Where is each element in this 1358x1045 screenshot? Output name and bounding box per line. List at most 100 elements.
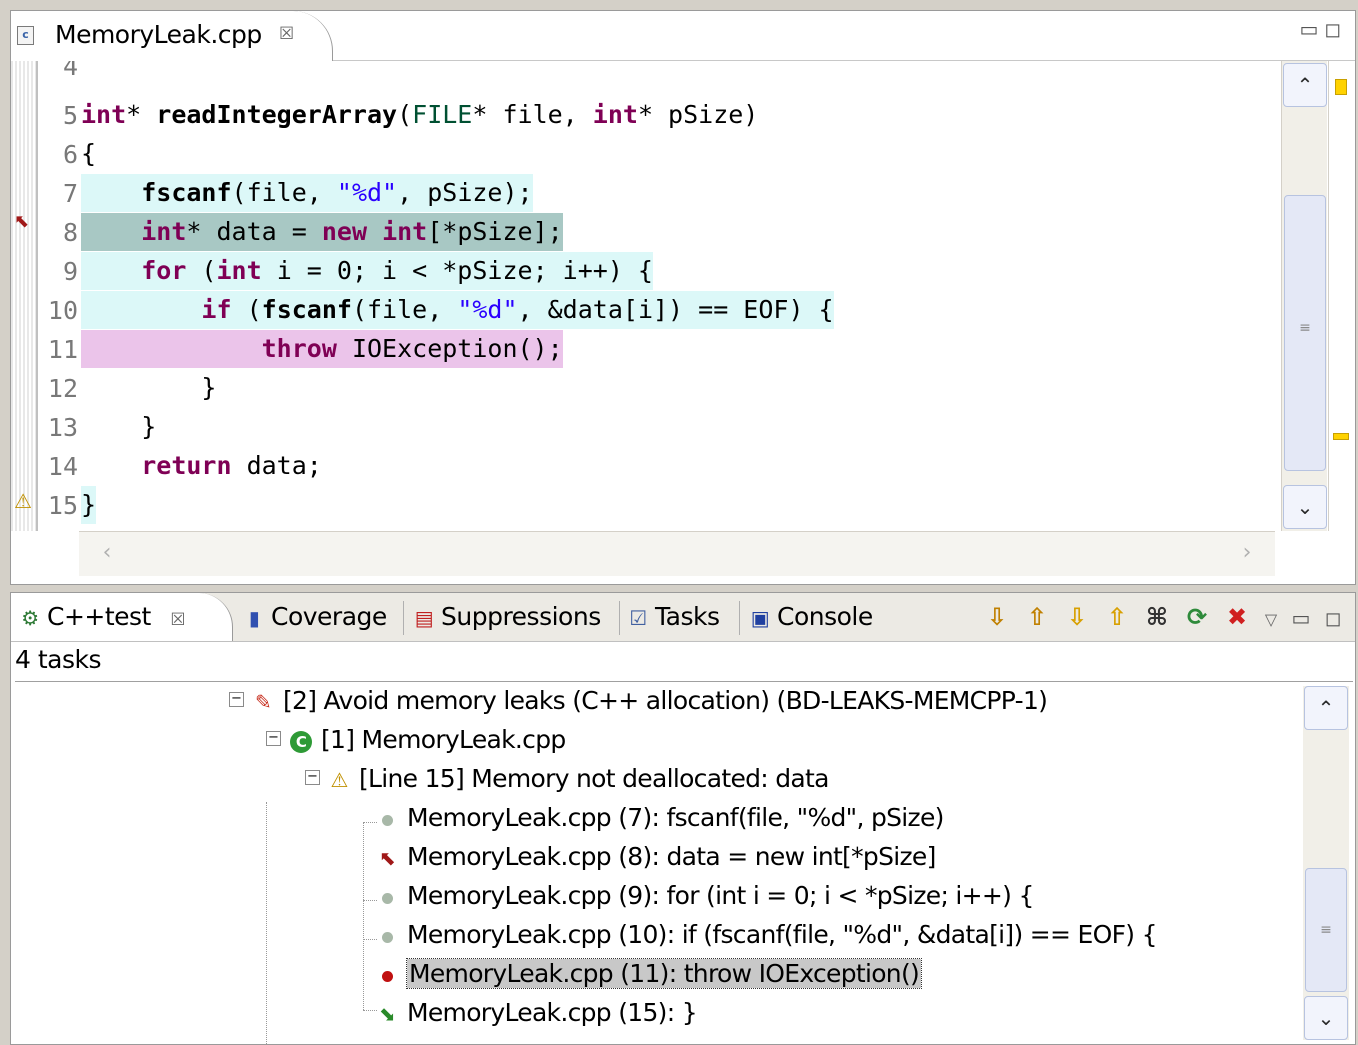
trace-item[interactable]: MemoryLeak.cpp (10): if (fscanf(file, "%… — [375, 916, 1157, 954]
editor-horizontal-scrollbar[interactable]: ‹ › — [79, 531, 1275, 576]
tab-label: Coverage — [271, 602, 387, 631]
tab-console[interactable]: ▣ Console — [749, 593, 873, 641]
code-line-14: return data; — [141, 451, 322, 480]
trace-item[interactable]: ⬉ MemoryLeak.cpp (8): data = new int[*pSi… — [375, 838, 936, 876]
close-icon[interactable]: ☒ — [170, 610, 185, 630]
scroll-down-icon[interactable]: ⌄ — [1304, 996, 1348, 1040]
tree-item-file[interactable]: C [1] MemoryLeak.cpp — [289, 721, 566, 759]
line-number: 13 — [47, 413, 78, 442]
code-line-12: } — [81, 373, 217, 402]
line-number: 14 — [47, 452, 78, 481]
editor-tab-title: MemoryLeak.cpp — [55, 20, 262, 49]
red-dot-icon — [375, 956, 399, 994]
trace-item-label: MemoryLeak.cpp (8): data = new int[*pSiz… — [407, 842, 936, 871]
previous-icon[interactable]: ⇧ — [1101, 595, 1133, 639]
warning-icon: ⚠ — [330, 768, 348, 792]
trace-item[interactable]: ⬊ MemoryLeak.cpp (15): } — [375, 994, 698, 1032]
trace-item-label: MemoryLeak.cpp (10): if (fscanf(file, "%… — [407, 920, 1157, 949]
editor-tab-bar: c MemoryLeak.cpp ☒ ▭◻ — [11, 11, 1355, 61]
tab-label: Tasks — [655, 602, 720, 631]
cpptest-view: ⚙ C++test ☒ ▮ Coverage ▤ Suppressions ☑ Task… — [10, 592, 1356, 1045]
code-line-6: { — [81, 139, 97, 168]
tree-item-violation[interactable]: ⚠ [Line 15] Memory not deallocated: data — [327, 760, 829, 798]
close-icon[interactable]: ☒ — [279, 24, 294, 44]
tab-label: C++test — [47, 602, 151, 631]
line-number: 5 — [62, 101, 78, 130]
scroll-right-icon[interactable]: › — [1225, 534, 1269, 572]
collapse-all-icon[interactable]: ⌘ — [1141, 595, 1173, 639]
maximize-icon[interactable]: ◻ — [1324, 17, 1347, 41]
code-line-15: } — [81, 486, 97, 524]
trace-item-label: MemoryLeak.cpp (9): for (int i = 0; i < … — [407, 881, 1034, 910]
editor-window-buttons[interactable]: ▭◻ — [1299, 17, 1347, 41]
trace-item[interactable]: MemoryLeak.cpp (7): fscanf(file, "%d", p… — [375, 799, 944, 837]
code-line-11: throw IOException(); — [81, 330, 563, 368]
scroll-left-icon[interactable]: ‹ — [85, 534, 129, 572]
tree-vertical-scrollbar[interactable]: ⌃ ≡ ⌄ — [1303, 686, 1349, 1040]
maximize-icon[interactable]: ◻ — [1321, 596, 1345, 640]
tree-item-rule[interactable]: ✎ [2] Avoid memory leaks (C++ allocation)… — [251, 682, 1048, 720]
code-area[interactable]: int* readIntegerArray(FILE* file, int* p… — [81, 61, 1275, 531]
cpptest-gear-icon: ⚙ — [21, 606, 39, 630]
scroll-up-icon[interactable]: ⌃ — [1283, 63, 1327, 107]
view-menu-icon[interactable]: ▽ — [1261, 598, 1281, 642]
code-editor: c MemoryLeak.cpp ☒ ▭◻ ⬉ ⚠ 4 5 6 7 8 9 10… — [10, 10, 1356, 585]
next-annotation-icon[interactable]: ⇩ — [981, 595, 1013, 639]
line-number: 10 — [47, 296, 78, 325]
suppressions-icon: ▤ — [414, 606, 434, 630]
trace-item-selected[interactable]: MemoryLeak.cpp (11): throw IOException() — [375, 955, 923, 994]
delete-all-icon[interactable]: ✖ — [1221, 595, 1253, 639]
gray-dot-icon — [375, 917, 399, 955]
collapse-toggle-icon[interactable]: − — [305, 770, 320, 785]
tab-tasks[interactable]: ☑ Tasks — [627, 593, 720, 641]
line-number: 8 — [62, 218, 78, 247]
code-line-8: int* data = new int[*pSize]; — [81, 213, 563, 251]
overview-marker[interactable] — [1333, 433, 1349, 440]
line-number: 15 — [47, 491, 78, 520]
scroll-up-icon[interactable]: ⌃ — [1304, 686, 1348, 730]
allocation-marker-icon: ⬉ — [14, 211, 30, 232]
tree-item-label: [2] Avoid memory leaks (C++ allocation) … — [283, 686, 1048, 715]
trace-item[interactable]: MemoryLeak.cpp (9): for (int i = 0; i < … — [375, 877, 1034, 915]
editor-body[interactable]: ⬉ ⚠ 4 5 6 7 8 9 10 11 12 13 14 15 int* r… — [11, 52, 1355, 531]
editor-vertical-scrollbar[interactable]: ⌃ ≡ ⌄ — [1281, 61, 1327, 531]
tab-suppressions[interactable]: ▤ Suppressions — [413, 593, 601, 641]
tasks-icon: ☑ — [629, 606, 647, 630]
scroll-down-icon[interactable]: ⌄ — [1283, 485, 1327, 529]
exit-arrow-icon: ⬊ — [378, 1002, 396, 1026]
gray-dot-icon — [375, 800, 399, 838]
tab-coverage[interactable]: ▮ Coverage — [243, 593, 388, 641]
scroll-thumb[interactable]: ≡ — [1305, 868, 1347, 992]
warning-marker-icon: ⚠ — [14, 489, 32, 513]
refresh-icon[interactable]: ⟳ — [1181, 595, 1213, 639]
code-line-9: for (int i = 0; i < *pSize; i++) { — [81, 252, 653, 290]
collapse-toggle-icon[interactable]: − — [229, 692, 244, 707]
code-line-10: if (fscanf(file, "%d", &data[i]) == EOF)… — [81, 291, 834, 329]
tab-separator — [739, 601, 740, 635]
trace-item-label: MemoryLeak.cpp (11): throw IOException() — [405, 958, 923, 989]
gray-dot-icon — [375, 878, 399, 916]
coverage-bars-icon: ▮ — [248, 606, 260, 630]
tree-item-label: [Line 15] Memory not deallocated: data — [359, 764, 829, 793]
cpp-file-icon: c — [17, 26, 34, 45]
collapse-toggle-icon[interactable]: − — [266, 731, 281, 746]
previous-annotation-icon[interactable]: ⇧ — [1021, 595, 1053, 639]
code-line-7: fscanf(file, "%d", pSize); — [81, 174, 533, 212]
line-number: 6 — [62, 140, 78, 169]
allocation-arrow-icon: ⬉ — [378, 846, 396, 870]
line-number: 7 — [62, 179, 78, 208]
editor-tab-memoryleak[interactable]: c MemoryLeak.cpp ☒ — [11, 11, 333, 61]
tree-item-label: [1] MemoryLeak.cpp — [321, 725, 566, 754]
next-icon[interactable]: ⇩ — [1061, 595, 1093, 639]
minimize-icon[interactable]: ▭ — [1289, 596, 1313, 640]
rule-violation-icon: ✎ — [254, 690, 272, 714]
results-tree[interactable]: − ✎ [2] Avoid memory leaks (C++ allocatio… — [15, 681, 1353, 1044]
scroll-thumb[interactable]: ≡ — [1284, 195, 1326, 471]
console-icon: ▣ — [750, 606, 770, 630]
overview-marker[interactable] — [1335, 79, 1347, 95]
cpp-class-icon: C — [289, 722, 313, 760]
minimize-icon[interactable]: ▭ — [1299, 17, 1324, 41]
tree-connector — [266, 802, 268, 1044]
tab-cpptest[interactable]: ⚙ C++test ☒ — [11, 593, 233, 641]
tree-connector — [363, 822, 365, 1010]
